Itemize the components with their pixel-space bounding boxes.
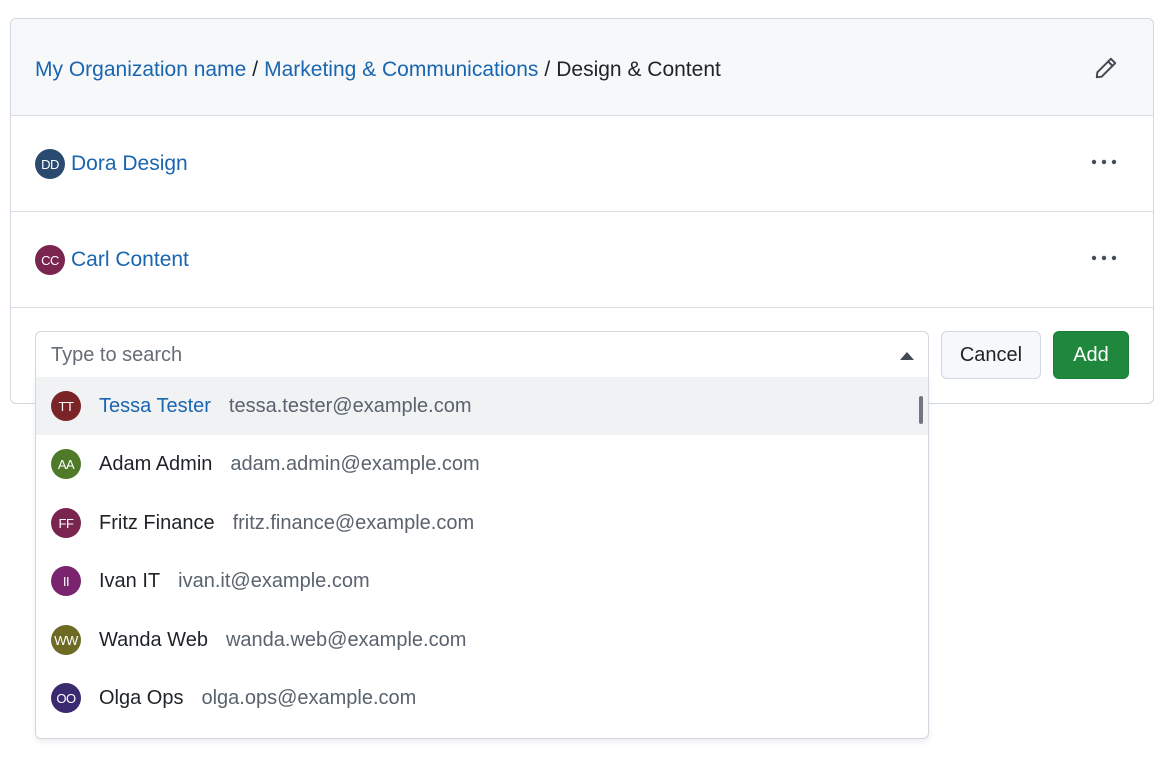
- breadcrumb-separator: /: [252, 58, 259, 81]
- member-name-link[interactable]: Dora Design: [71, 152, 188, 176]
- kebab-horizontal-icon: [1091, 159, 1117, 165]
- member-search-input[interactable]: [36, 332, 876, 378]
- breadcrumb-separator: /: [544, 58, 551, 81]
- member-name-link[interactable]: Carl Content: [71, 248, 189, 272]
- option-name: Olga Ops: [99, 686, 184, 709]
- breadcrumb: My Organization name / Marketing & Communi…: [35, 56, 721, 84]
- member: DD Dora Design: [35, 149, 188, 179]
- option-olga-ops[interactable]: OO Olga Ops olga.ops@example.com: [36, 669, 928, 727]
- option-email: adam.admin@example.com: [230, 452, 480, 475]
- option-email: ivan.it@example.com: [178, 569, 370, 592]
- option-ivan-it[interactable]: II Ivan IT ivan.it@example.com: [36, 552, 928, 610]
- triangle-up-icon[interactable]: [900, 352, 914, 360]
- option-adam-admin[interactable]: AA Adam Admin adam.admin@example.com: [36, 435, 928, 493]
- breadcrumb-parent-link[interactable]: Marketing & Communications: [264, 58, 538, 81]
- avatar: DD: [35, 149, 65, 179]
- avatar: FF: [51, 508, 81, 538]
- listbox-scrollbar[interactable]: [919, 396, 923, 424]
- option-name: Adam Admin: [99, 452, 213, 475]
- member-row: CC Carl Content: [11, 212, 1153, 308]
- pencil-icon: [1095, 57, 1117, 79]
- option-fritz-finance[interactable]: FF Fritz Finance fritz.finance@example.c…: [36, 494, 928, 552]
- avatar: CC: [35, 245, 65, 275]
- team-header: My Organization name / Marketing & Communi…: [11, 19, 1153, 116]
- option-tessa-tester[interactable]: TT Tessa Tester tessa.tester@example.com: [36, 377, 928, 435]
- cancel-button[interactable]: Cancel: [941, 331, 1041, 379]
- avatar: OO: [51, 683, 81, 713]
- option-wanda-web[interactable]: WW Wanda Web wanda.web@example.com: [36, 611, 928, 669]
- member: CC Carl Content: [35, 245, 189, 275]
- team-panel: My Organization name / Marketing & Communi…: [10, 18, 1154, 404]
- member-options-button[interactable]: [1089, 150, 1119, 174]
- add-button[interactable]: Add: [1053, 331, 1129, 379]
- option-email: tessa.tester@example.com: [228, 394, 472, 417]
- option-email: fritz.finance@example.com: [232, 511, 475, 534]
- option-name: Tessa Tester: [99, 394, 211, 417]
- avatar: II: [51, 566, 81, 596]
- option-email: wanda.web@example.com: [225, 628, 467, 651]
- avatar: AA: [51, 449, 81, 479]
- avatar: WW: [51, 625, 81, 655]
- option-name: Fritz Finance: [99, 511, 215, 534]
- breadcrumb-org-link[interactable]: My Organization name: [35, 58, 246, 81]
- option-name: Wanda Web: [99, 628, 208, 651]
- edit-team-button[interactable]: [1093, 55, 1119, 81]
- option-name: Ivan IT: [99, 569, 161, 592]
- kebab-horizontal-icon: [1091, 255, 1117, 261]
- breadcrumb-current: Design & Content: [556, 58, 721, 81]
- member-options-button[interactable]: [1089, 246, 1119, 270]
- member-search-combobox[interactable]: [35, 331, 929, 379]
- member-row: DD Dora Design: [11, 116, 1153, 212]
- option-email: olga.ops@example.com: [201, 686, 417, 709]
- search-results-listbox[interactable]: TT Tessa Tester tessa.tester@example.com…: [35, 377, 929, 739]
- avatar: TT: [51, 391, 81, 421]
